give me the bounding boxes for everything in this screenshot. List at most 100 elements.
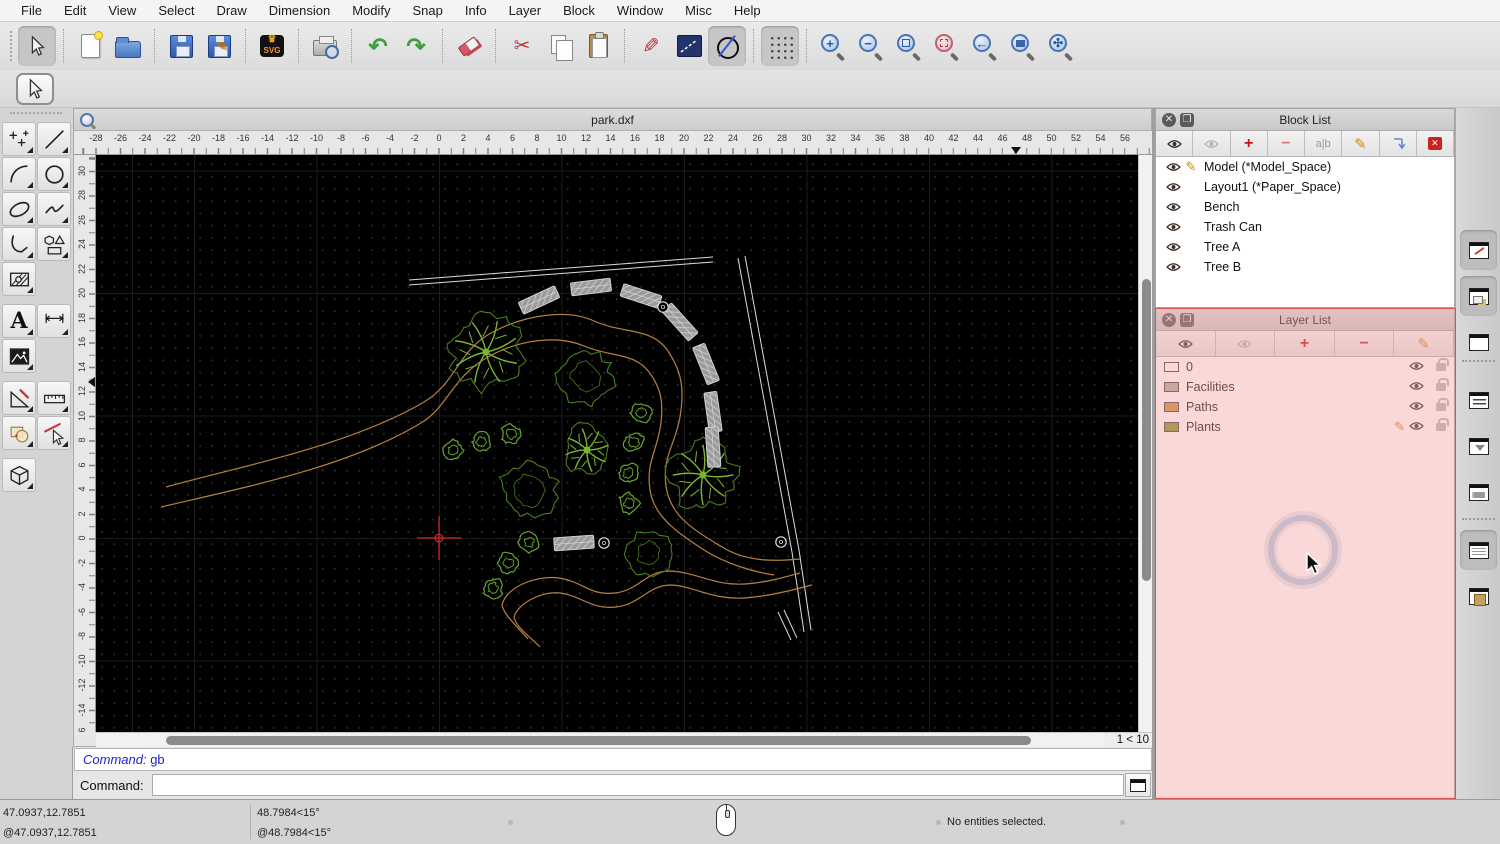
tool-measure[interactable] — [37, 381, 71, 415]
tool-spline[interactable] — [37, 192, 71, 226]
menu-view[interactable]: View — [97, 0, 147, 22]
block-row[interactable]: Tree B — [1156, 257, 1454, 277]
menu-modify[interactable]: Modify — [341, 0, 401, 22]
undo-button[interactable]: ↶ — [359, 26, 397, 66]
tool-line[interactable] — [37, 122, 71, 156]
edit-block-button[interactable]: ✎ — [1342, 131, 1379, 156]
menu-misc[interactable]: Misc — [674, 0, 723, 22]
svg-export-button[interactable]: SVG — [253, 26, 291, 66]
ruler-label: 14 — [605, 133, 615, 143]
blank-panel-button[interactable] — [1460, 322, 1497, 362]
vertical-scrollbar[interactable] — [1138, 155, 1153, 732]
menu-layer[interactable]: Layer — [498, 0, 553, 22]
palette-drag-handle[interactable] — [10, 112, 62, 118]
save-button[interactable] — [162, 26, 200, 66]
library-panel-button[interactable] — [1460, 472, 1497, 512]
tool-shapes[interactable] — [37, 227, 71, 261]
copy-button[interactable] — [541, 26, 579, 66]
block-row[interactable]: Tree A — [1156, 237, 1454, 257]
save-as-button[interactable]: ✎ — [200, 26, 238, 66]
zoom-auto-button[interactable] — [890, 26, 928, 66]
pen-edit-button[interactable]: ✎ — [632, 26, 670, 66]
remove-block-button[interactable]: − — [1268, 131, 1305, 156]
block-visibility-eye-icon[interactable] — [1164, 202, 1182, 212]
block-row[interactable]: ✎Model (*Model_Space) — [1156, 157, 1454, 177]
zoom-back-button[interactable]: ← — [966, 26, 1004, 66]
menu-select[interactable]: Select — [147, 0, 205, 22]
open-file-button[interactable] — [109, 26, 147, 66]
toolbar-drag-handle[interactable] — [10, 31, 14, 61]
command-options-button[interactable] — [1125, 773, 1151, 797]
delete-block-button[interactable]: ✕ — [1417, 131, 1454, 156]
select-tool-button[interactable] — [16, 73, 54, 105]
add-block-button[interactable]: + — [1231, 131, 1268, 156]
drawing-title-bar[interactable]: park.dxf — [74, 109, 1151, 131]
block-row[interactable]: Trash Can — [1156, 217, 1454, 237]
block-row[interactable]: Layout1 (*Paper_Space) — [1156, 177, 1454, 197]
cut-button[interactable]: ✂ — [503, 26, 541, 66]
tool-boolean-ops[interactable] — [2, 416, 36, 450]
redo-arrow-icon: ↷ — [406, 35, 425, 58]
zoom-previous-button[interactable] — [928, 26, 966, 66]
redo-button[interactable]: ↷ — [397, 26, 435, 66]
zoom-pan-button[interactable]: ✣ — [1042, 26, 1080, 66]
block-panel-button[interactable] — [1460, 276, 1497, 316]
tool-polyline[interactable] — [2, 227, 36, 261]
rename-block-button[interactable]: a|b — [1305, 131, 1342, 156]
horizontal-scrollbar[interactable] — [96, 732, 1104, 748]
tool-image[interactable] — [2, 339, 36, 373]
menu-info[interactable]: Info — [454, 0, 498, 22]
zoom-in-button[interactable]: + — [814, 26, 852, 66]
insert-block-button[interactable] — [1380, 131, 1417, 156]
menu-dimension[interactable]: Dimension — [258, 0, 341, 22]
tool-dimension[interactable] — [37, 304, 71, 338]
tool-modify-erase[interactable] — [37, 416, 71, 450]
vertical-scrollbar-thumb[interactable] — [1142, 279, 1151, 581]
ruler-label: 8 — [534, 133, 539, 143]
tool-ellipse[interactable] — [2, 192, 36, 226]
tool-arc[interactable] — [2, 157, 36, 191]
show-all-blocks-button[interactable] — [1156, 131, 1193, 156]
tool-text[interactable]: A — [2, 304, 36, 338]
draw-line-button[interactable] — [670, 26, 708, 66]
menu-window[interactable]: Window — [606, 0, 674, 22]
menu-edit[interactable]: Edit — [53, 0, 97, 22]
block-visibility-eye-icon[interactable] — [1164, 242, 1182, 252]
tool-circle[interactable] — [37, 157, 71, 191]
menu-file[interactable]: File — [10, 0, 53, 22]
grid-toggle-button[interactable] — [761, 26, 799, 66]
command-panel-button[interactable] — [1460, 530, 1497, 570]
tool-solid-3d[interactable] — [2, 458, 36, 492]
menu-help[interactable]: Help — [723, 0, 772, 22]
zoom-out-button[interactable]: − — [852, 26, 890, 66]
select-button[interactable] — [18, 26, 56, 66]
list-panel-button[interactable] — [1460, 380, 1497, 420]
property-editor-panel-button[interactable] — [1460, 230, 1497, 270]
erase-button[interactable] — [450, 26, 488, 66]
command-dock: Command: gb Command: — [72, 747, 1152, 799]
print-preview-button[interactable] — [306, 26, 344, 66]
menu-block[interactable]: Block — [552, 0, 606, 22]
filter-panel-button[interactable] — [1460, 426, 1497, 466]
block-visibility-eye-icon[interactable] — [1164, 162, 1182, 172]
menu-draw[interactable]: Draw — [205, 0, 257, 22]
block-visibility-eye-icon[interactable] — [1164, 222, 1182, 232]
new-file-button[interactable] — [71, 26, 109, 66]
paste-button[interactable] — [579, 26, 617, 66]
tool-drafting-tools[interactable] — [2, 381, 36, 415]
zoom-window-button[interactable] — [1004, 26, 1042, 66]
block-visibility-eye-icon[interactable] — [1164, 182, 1182, 192]
command-prompt-label: Command: — [74, 778, 152, 793]
block-row[interactable]: Bench — [1156, 197, 1454, 217]
menu-snap[interactable]: Snap — [402, 0, 454, 22]
toolbar-separator — [495, 29, 496, 63]
hide-all-blocks-button[interactable] — [1193, 131, 1230, 156]
clipboard-panel-button[interactable] — [1460, 576, 1497, 616]
drawing-canvas[interactable] — [96, 155, 1138, 732]
horizontal-scrollbar-thumb[interactable] — [166, 736, 1031, 745]
tool-hatch[interactable] — [2, 262, 36, 296]
draw-circle-button[interactable] — [708, 26, 746, 66]
command-input[interactable] — [152, 774, 1124, 796]
tool-points[interactable] — [2, 122, 36, 156]
block-visibility-eye-icon[interactable] — [1164, 262, 1182, 272]
